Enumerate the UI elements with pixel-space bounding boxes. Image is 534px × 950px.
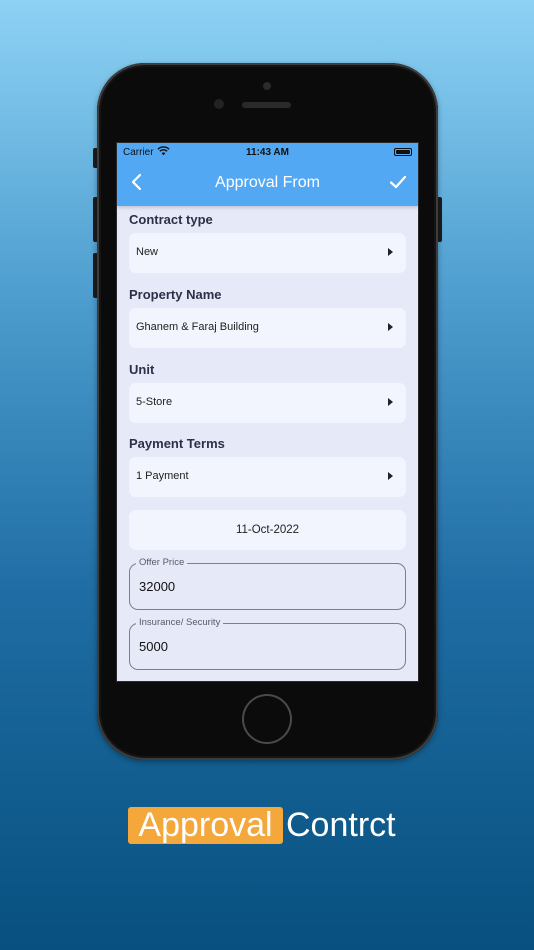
unit-select[interactable]: 5-Store bbox=[129, 383, 406, 423]
caret-right-icon bbox=[388, 248, 393, 256]
payment-terms-value: 1 Payment bbox=[136, 470, 189, 482]
home-button bbox=[242, 694, 292, 744]
status-time: 11:43 AM bbox=[246, 147, 289, 158]
property-name-value: Ghanem & Faraj Building bbox=[136, 321, 259, 333]
caret-right-icon bbox=[388, 398, 393, 406]
property-name-label: Property Name bbox=[129, 287, 222, 302]
earpiece-speaker bbox=[242, 102, 291, 108]
checkmark-icon[interactable] bbox=[388, 172, 408, 192]
caret-right-icon bbox=[388, 472, 393, 480]
offer-price-field[interactable]: Offer Price 32000 bbox=[129, 557, 406, 610]
proximity-sensor bbox=[263, 82, 271, 90]
battery-icon bbox=[394, 148, 412, 156]
navigation-bar: Carrier 11:43 AM Approval From bbox=[117, 143, 418, 206]
caption-text: Contrct bbox=[286, 806, 396, 844]
unit-label: Unit bbox=[129, 362, 155, 377]
offer-price-label: Offer Price bbox=[136, 557, 188, 568]
insurance-security-value: 5000 bbox=[139, 639, 168, 654]
caption-highlight: Approval bbox=[128, 807, 283, 844]
insurance-security-label: Insurance/ Security bbox=[136, 617, 224, 628]
front-camera bbox=[214, 99, 224, 109]
payment-terms-label: Payment Terms bbox=[129, 436, 225, 451]
contract-type-value: New bbox=[136, 246, 159, 258]
payment-terms-select[interactable]: 1 Payment bbox=[129, 457, 406, 497]
page-title: Approval From bbox=[215, 174, 320, 191]
caret-right-icon bbox=[388, 323, 393, 331]
offer-price-value: 32000 bbox=[139, 579, 176, 594]
app-screen: Carrier 11:43 AM Approval From Contract … bbox=[116, 142, 419, 682]
contract-type-label: Contract type bbox=[129, 212, 213, 227]
status-bar: Carrier 11:43 AM bbox=[117, 143, 418, 163]
property-name-select[interactable]: Ghanem & Faraj Building bbox=[129, 308, 406, 348]
unit-value: 5-Store bbox=[136, 396, 173, 408]
promo-caption: Approval Contrct bbox=[0, 804, 534, 848]
date-picker[interactable]: 11-Oct-2022 bbox=[129, 510, 406, 550]
insurance-security-field[interactable]: Insurance/ Security 5000 bbox=[129, 617, 406, 670]
contract-type-select[interactable]: New bbox=[129, 233, 406, 273]
